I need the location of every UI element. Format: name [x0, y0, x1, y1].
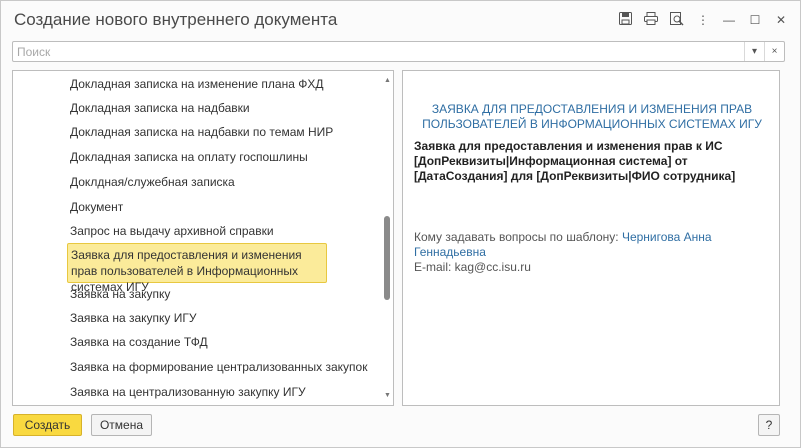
- list-item[interactable]: Заявка на закупку: [70, 287, 350, 302]
- list-item[interactable]: Докладная записка на оплату госпошлины: [70, 150, 350, 165]
- save-icon: [618, 12, 632, 28]
- more-button[interactable]: ⋮: [692, 9, 714, 31]
- preview-heading: ЗАЯВКА ДЛЯ ПРЕДОСТАВЛЕНИЯ И ИЗМЕНЕНИЯ ПР…: [422, 102, 762, 131]
- list-item[interactable]: Докладная записка на надбавки: [70, 101, 350, 116]
- close-icon: ✕: [775, 13, 787, 27]
- help-button[interactable]: ?: [758, 414, 780, 436]
- title-toolbar: ⋮ — ☐ ✕: [614, 9, 792, 31]
- search-input[interactable]: [13, 42, 746, 61]
- list-item[interactable]: Докладная записка на надбавки по темам Н…: [70, 125, 350, 140]
- minimize-icon: —: [723, 13, 735, 27]
- scroll-up-icon[interactable]: ▲: [382, 75, 393, 86]
- list-scrollbar[interactable]: ▲ ▼: [382, 71, 393, 405]
- list-item[interactable]: Заявка на формирование централизованных …: [70, 360, 367, 375]
- chevron-down-icon: ▾: [751, 46, 758, 57]
- preview-contact: Кому задавать вопросы по шаблону: Черниг…: [414, 230, 774, 275]
- clear-icon: ×: [771, 46, 778, 57]
- list-item[interactable]: Документ: [70, 200, 350, 215]
- print-button[interactable]: [640, 9, 662, 31]
- contact-label: Кому задавать вопросы по шаблону:: [414, 230, 619, 244]
- template-preview: ЗАЯВКА ДЛЯ ПРЕДОСТАВЛЕНИЯ И ИЗМЕНЕНИЯ ПР…: [402, 70, 780, 406]
- preview-subject: Заявка для предоставления и изменения пр…: [414, 139, 736, 183]
- save-button[interactable]: [614, 9, 636, 31]
- maximize-button[interactable]: ☐: [744, 9, 766, 31]
- dialog-title: Создание нового внутреннего документа: [14, 10, 338, 29]
- scroll-down-icon[interactable]: ▼: [382, 390, 393, 401]
- scrollbar-thumb[interactable]: [384, 216, 390, 300]
- search-clear-button[interactable]: ×: [764, 42, 784, 61]
- cancel-button[interactable]: Отмена: [91, 414, 152, 436]
- print-preview-button[interactable]: [666, 9, 688, 31]
- search-dropdown-button[interactable]: ▾: [744, 42, 764, 61]
- list-item[interactable]: Доклдная/служебная записка: [70, 175, 350, 190]
- template-list[interactable]: Докладная записка на изменение плана ФХД…: [12, 70, 394, 406]
- list-item[interactable]: Запрос на выдачу архивной справки: [70, 224, 350, 239]
- close-button[interactable]: ✕: [770, 9, 792, 31]
- contact-email: E-mail: kag@cc.isu.ru: [414, 260, 531, 274]
- more-icon: ⋮: [697, 13, 709, 27]
- create-button[interactable]: Создать: [13, 414, 82, 436]
- list-item-selected[interactable]: Заявка для предоставления и изменения пр…: [67, 243, 327, 294]
- maximize-icon: ☐: [749, 13, 761, 27]
- list-item[interactable]: Заявка на централизованную закупку ИГУ: [70, 385, 350, 400]
- minimize-button[interactable]: —: [718, 9, 740, 31]
- print-preview-icon: [670, 11, 684, 29]
- list-item[interactable]: Заявка на закупку ИГУ: [70, 311, 350, 326]
- list-item[interactable]: Заявка на создание ТФД: [70, 335, 350, 350]
- list-item[interactable]: Докладная записка на изменение плана ФХД: [70, 77, 350, 92]
- dialog-window: Создание нового внутреннего документа ⋮ …: [0, 0, 801, 448]
- search-box: ▾ ×: [12, 41, 785, 62]
- print-icon: [644, 12, 658, 28]
